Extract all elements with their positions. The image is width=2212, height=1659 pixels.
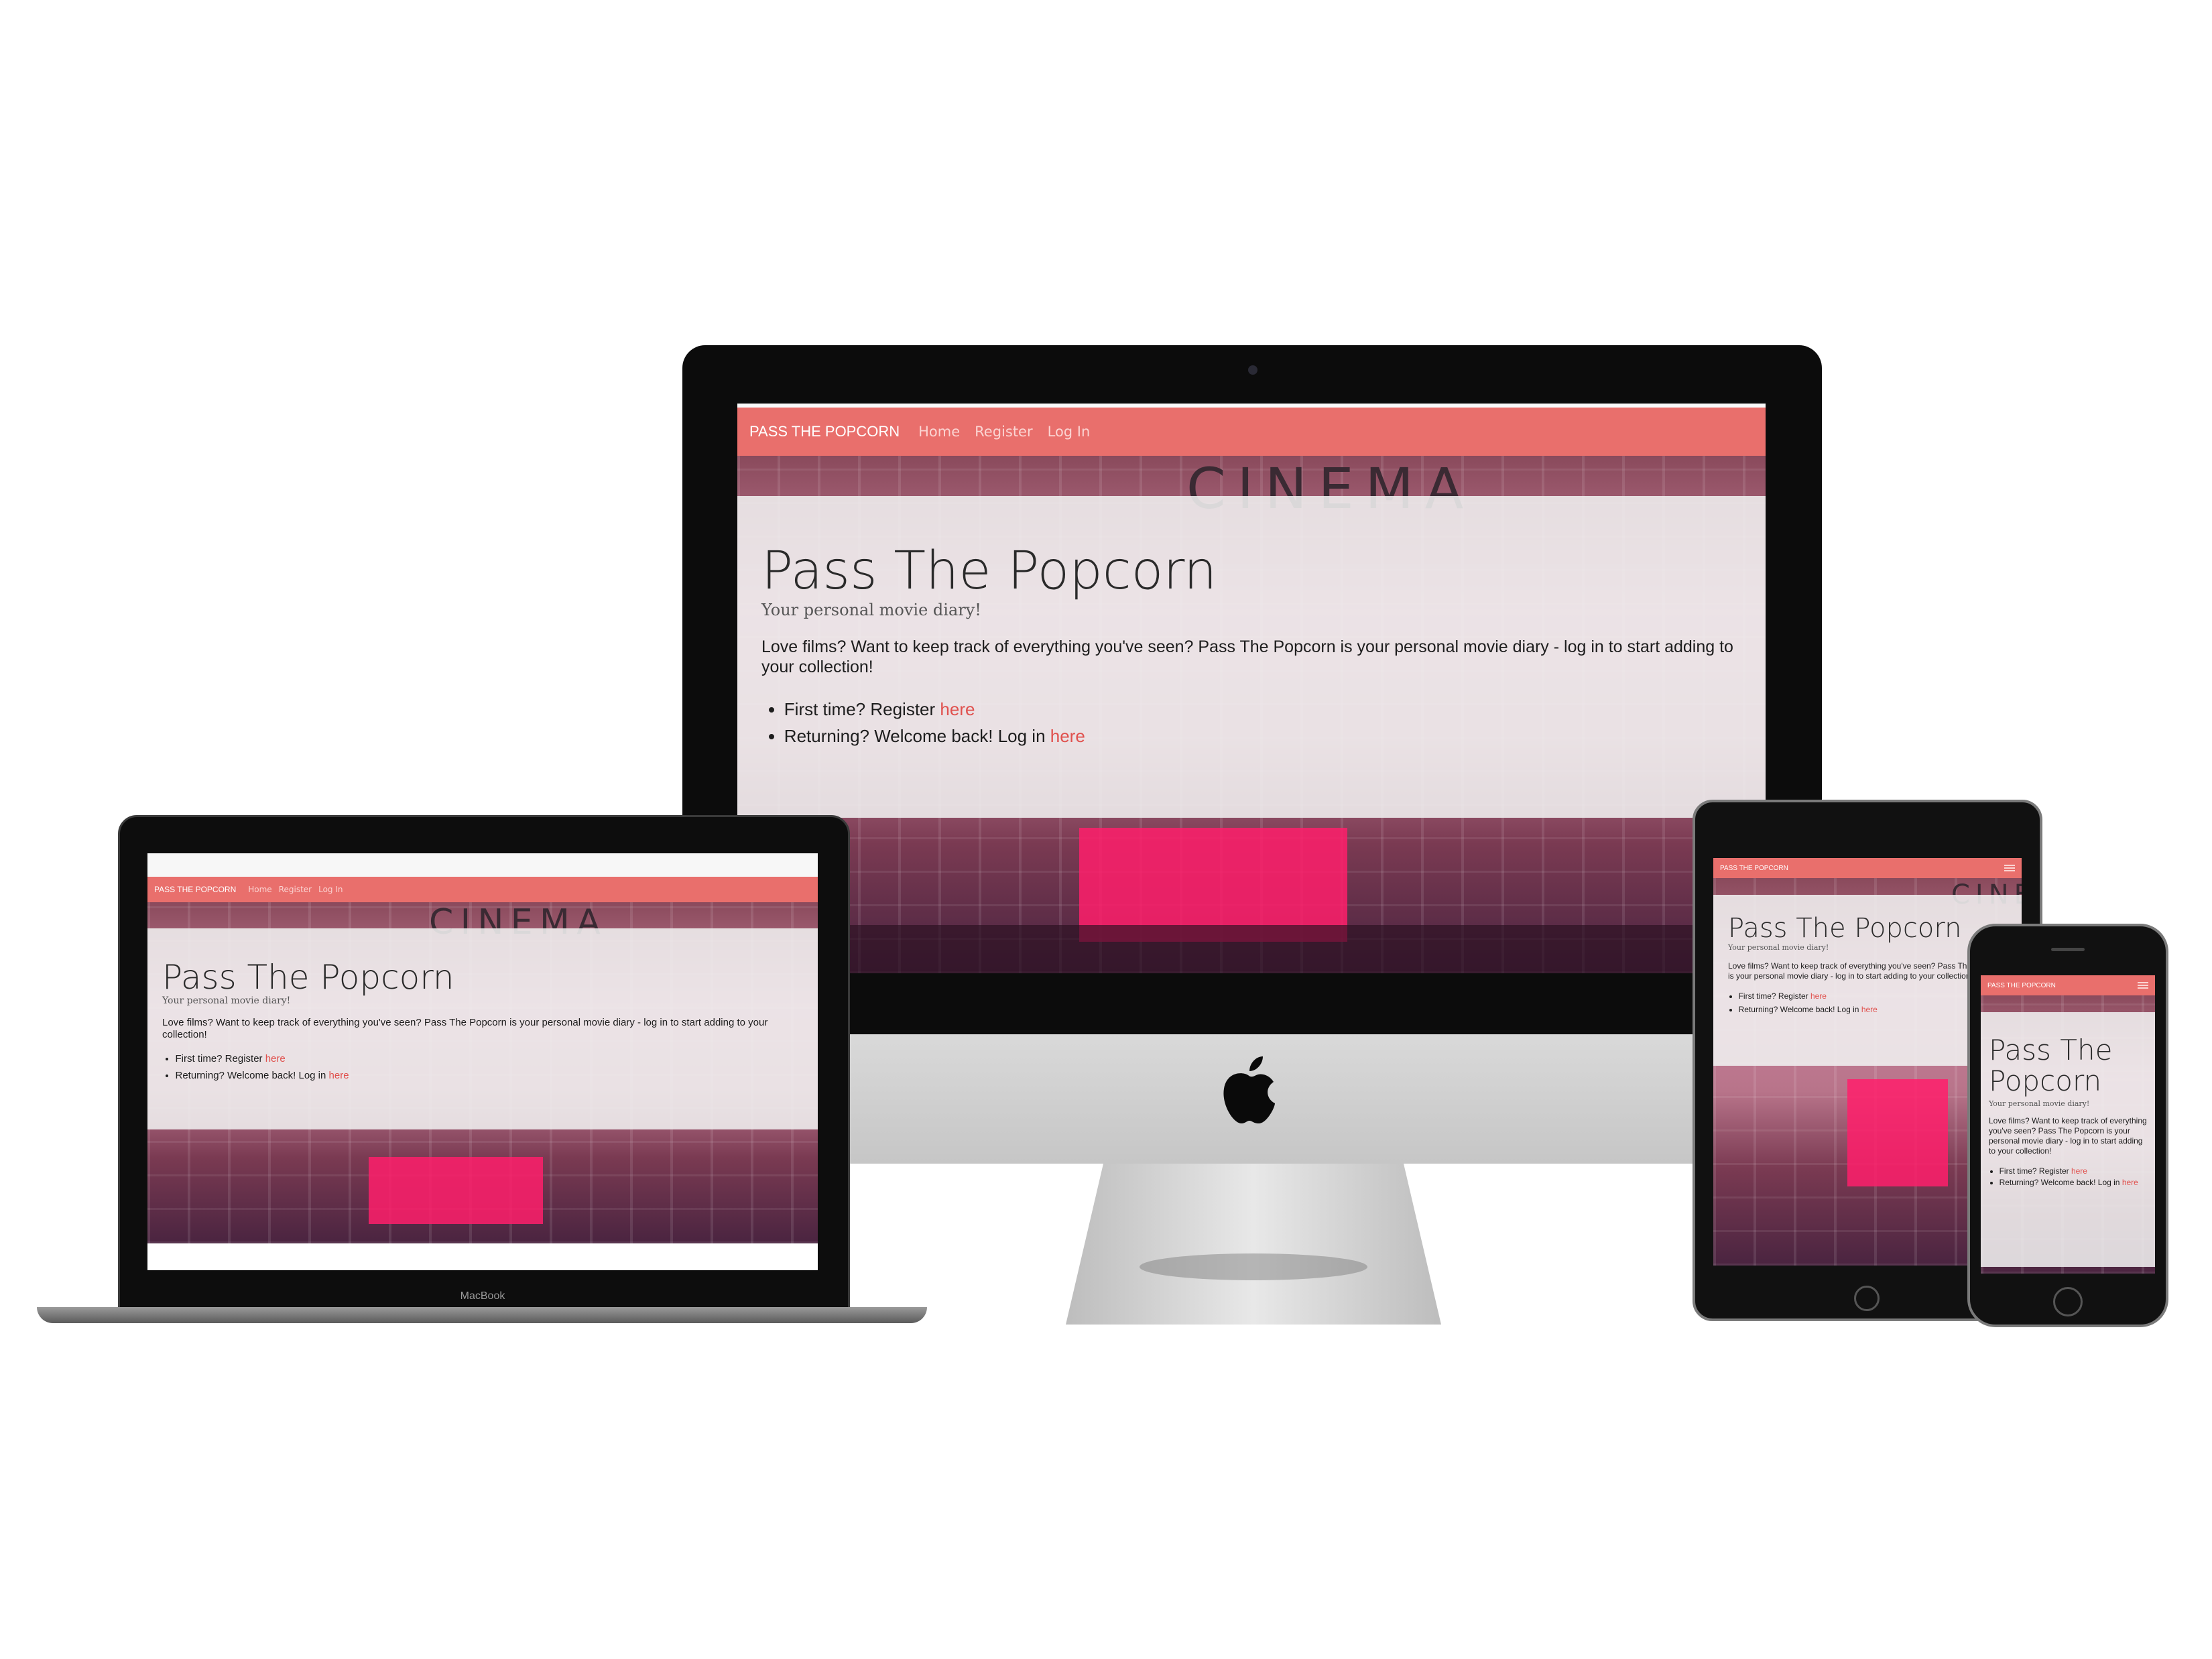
intro-text-laptop: Love films? Want to keep track of everyt…: [162, 1017, 768, 1040]
macbook-base: [37, 1307, 927, 1323]
list-item-login-phone: Returning? Welcome back! Log in here: [2000, 1177, 2147, 1188]
macbook-label: MacBook: [460, 1290, 505, 1302]
nav-home[interactable]: Home: [918, 424, 960, 440]
list-item-register: First time? Register here: [784, 696, 1741, 723]
login-here-link-laptop[interactable]: here: [329, 1070, 349, 1081]
register-here-link[interactable]: here: [940, 699, 975, 719]
hero-floor: [737, 925, 1766, 973]
imac-screen: PASS THE POPCORN Home Register Log In CI…: [737, 404, 1766, 973]
intro-text-phone: Love films? Want to keep track of everyt…: [1989, 1116, 2147, 1156]
page-title: Pass The Popcorn: [761, 541, 1217, 601]
page-title-tablet: Pass The Popcorn: [1728, 913, 1962, 944]
register-here-link-laptop[interactable]: here: [265, 1053, 286, 1064]
hamburger-menu-icon[interactable]: [2138, 982, 2148, 989]
intro-panel-phone: Pass The Popcorn Your personal movie dia…: [1981, 1012, 2155, 1267]
brand-link-tablet[interactable]: PASS THE POPCORN: [1720, 865, 1788, 872]
page-title-phone: Pass The Popcorn: [1989, 1034, 2113, 1097]
list-item-register-laptop: First time? Register here: [176, 1050, 804, 1067]
page-tagline-phone: Your personal movie diary!: [1989, 1099, 2090, 1108]
imac-stand-shadow: [1140, 1253, 1367, 1280]
navbar-phone: PASS THE POPCORN: [1981, 975, 2155, 995]
intro-text: Love films? Want to keep track of everyt…: [761, 637, 1733, 676]
navbar-tablet: PASS THE POPCORN: [1713, 858, 2022, 878]
iphone-screen: PASS THE POPCORN Pass The Popcorn Your p…: [1981, 975, 2155, 1274]
imac-stand: [1066, 1164, 1441, 1325]
macbook-screen: PASS THE POPCORN Home Register Log In CI…: [147, 853, 818, 1270]
brand-link[interactable]: PASS THE POPCORN: [749, 423, 900, 440]
register-here-link-tablet[interactable]: here: [1810, 991, 1827, 1001]
brand-link-laptop[interactable]: PASS THE POPCORN: [154, 885, 236, 894]
iphone-speaker: [2051, 948, 2085, 951]
list-item-register-phone: First time? Register here: [2000, 1166, 2147, 1177]
login-here-link[interactable]: here: [1050, 726, 1085, 746]
nav-register-laptop[interactable]: Register: [279, 885, 312, 894]
list-item-login-laptop: Returning? Welcome back! Log in here: [176, 1067, 804, 1084]
home-button-icon[interactable]: [2053, 1287, 2083, 1316]
nav-login[interactable]: Log In: [1048, 424, 1091, 440]
hamburger-menu-icon[interactable]: [2004, 865, 2015, 871]
apple-logo-icon: [1217, 1054, 1279, 1127]
register-here-link-phone[interactable]: here: [2071, 1166, 2087, 1176]
navbar-laptop: PASS THE POPCORN Home Register Log In: [147, 877, 818, 902]
nav-login-laptop[interactable]: Log In: [318, 885, 343, 894]
page-tagline: Your personal movie diary!: [761, 601, 981, 619]
intro-panel-laptop: Pass The Popcorn Your personal movie dia…: [147, 928, 818, 1129]
home-button-icon[interactable]: [1854, 1286, 1880, 1311]
nav-register[interactable]: Register: [975, 424, 1032, 440]
login-here-link-phone[interactable]: here: [2122, 1178, 2138, 1187]
page-tagline-laptop: Your personal movie diary!: [162, 995, 291, 1006]
navbar: PASS THE POPCORN Home Register Log In: [737, 408, 1766, 456]
nav-home-laptop[interactable]: Home: [248, 885, 271, 894]
brand-link-phone[interactable]: PASS THE POPCORN: [1987, 982, 2056, 989]
intro-panel: Pass The Popcorn Your personal movie dia…: [737, 496, 1766, 818]
camera-icon: [1248, 365, 1257, 375]
list-item-login: Returning? Welcome back! Log in here: [784, 723, 1741, 749]
page-title-laptop: Pass The Popcorn: [162, 958, 454, 997]
login-here-link-tablet[interactable]: here: [1861, 1005, 1878, 1014]
